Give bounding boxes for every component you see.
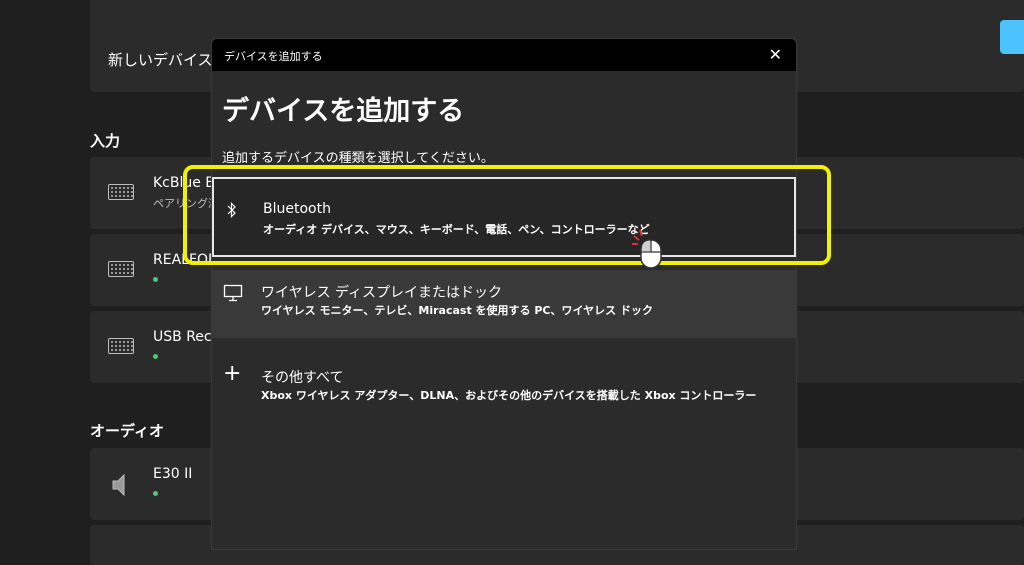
monitor-icon [223, 284, 243, 302]
connected-dot [153, 277, 158, 282]
add-device-dialog: デバイスを追加する ✕ デバイスを追加する 追加するデバイスの種類を選択してくだ… [211, 38, 797, 550]
option-everything-else[interactable]: + その他すべて Xbox ワイヤレス アダプター、DLNA、およびその他のデバ… [212, 355, 796, 423]
option-wireless-display[interactable]: ワイヤレス ディスプレイまたはドック ワイヤレス モニター、テレビ、Miraca… [212, 270, 796, 338]
option-description: Xbox ワイヤレス アダプター、DLNA、およびその他のデバイスを搭載した X… [261, 389, 757, 402]
add-device-button[interactable] [1000, 20, 1024, 54]
keyboard-icon [108, 338, 134, 354]
device-status: ペアリング済 [153, 197, 219, 210]
option-description: オーディオ デバイス、マウス、キーボード、電話、ペン、コントローラーなど [263, 223, 650, 236]
plus-icon: + [223, 361, 242, 386]
device-name: REALFOR [153, 252, 218, 268]
speaker-icon [112, 473, 125, 497]
keyboard-icon [108, 184, 134, 200]
option-label: Bluetooth [263, 201, 331, 217]
option-bluetooth[interactable]: Bluetooth オーディオ デバイス、マウス、キーボード、電話、ペン、コント… [212, 177, 796, 257]
option-label: ワイヤレス ディスプレイまたはドック [261, 285, 503, 301]
bluetooth-icon [227, 202, 236, 218]
mouse-click-icon [632, 229, 662, 269]
device-name: KcBlue B [153, 175, 215, 191]
close-icon[interactable]: ✕ [769, 45, 782, 64]
option-label: その他すべて [261, 370, 344, 386]
section-title-audio: オーディオ [90, 422, 164, 440]
connected-dot [153, 491, 158, 496]
connected-dot [153, 354, 158, 359]
dialog-subtitle: 追加するデバイスの種類を選択してください。 [222, 151, 494, 166]
option-description: ワイヤレス モニター、テレビ、Miracast を使用する PC、ワイヤレス ド… [261, 304, 653, 317]
dialog-titlebar-text: デバイスを追加する [224, 50, 323, 63]
section-title-input: 入力 [90, 132, 121, 150]
device-name: E30 II [153, 466, 193, 482]
keyboard-icon [108, 261, 134, 277]
dialog-heading: デバイスを追加する [222, 96, 465, 127]
dialog-titlebar: デバイスを追加する ✕ [212, 39, 796, 71]
